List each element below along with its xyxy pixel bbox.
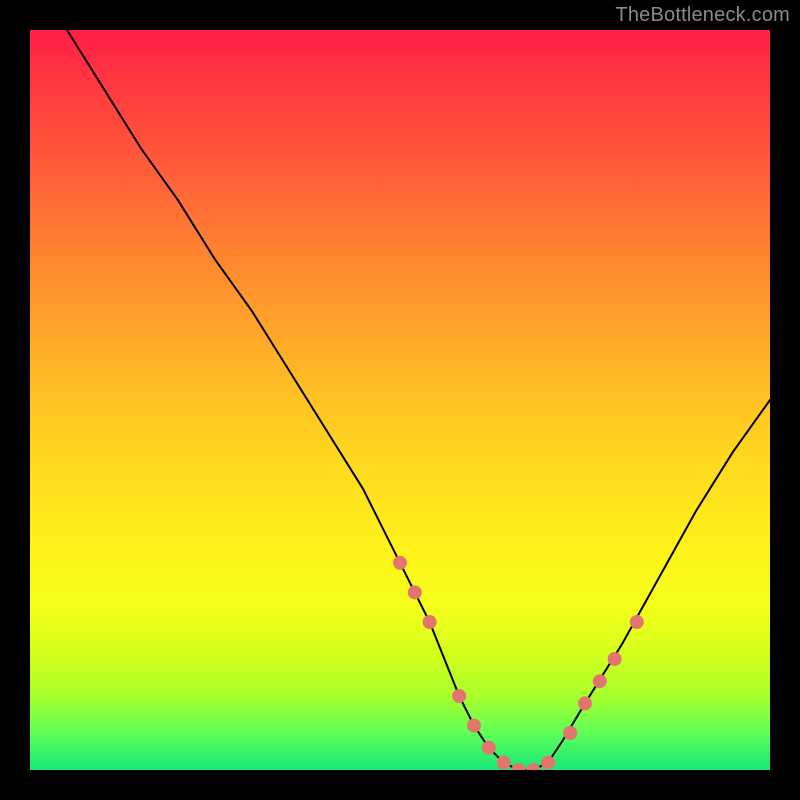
plot-area [30,30,770,770]
curve-marker [452,689,466,703]
curve-marker [482,741,496,755]
chart-frame: TheBottleneck.com [0,0,800,800]
curve-marker [630,615,644,629]
curve-marker [467,719,481,733]
curve-marker [541,756,555,770]
curve-marker [511,763,525,770]
curve-marker [393,556,407,570]
curve-marker [608,652,622,666]
curve-svg [30,30,770,770]
curve-marker [423,615,437,629]
curve-markers [393,556,644,770]
curve-marker [408,585,422,599]
watermark-text: TheBottleneck.com [615,4,790,27]
curve-marker [563,726,577,740]
curve-marker [497,756,511,770]
curve-marker [526,763,540,770]
curve-marker [593,674,607,688]
curve-marker [578,696,592,710]
bottleneck-curve [67,30,770,770]
